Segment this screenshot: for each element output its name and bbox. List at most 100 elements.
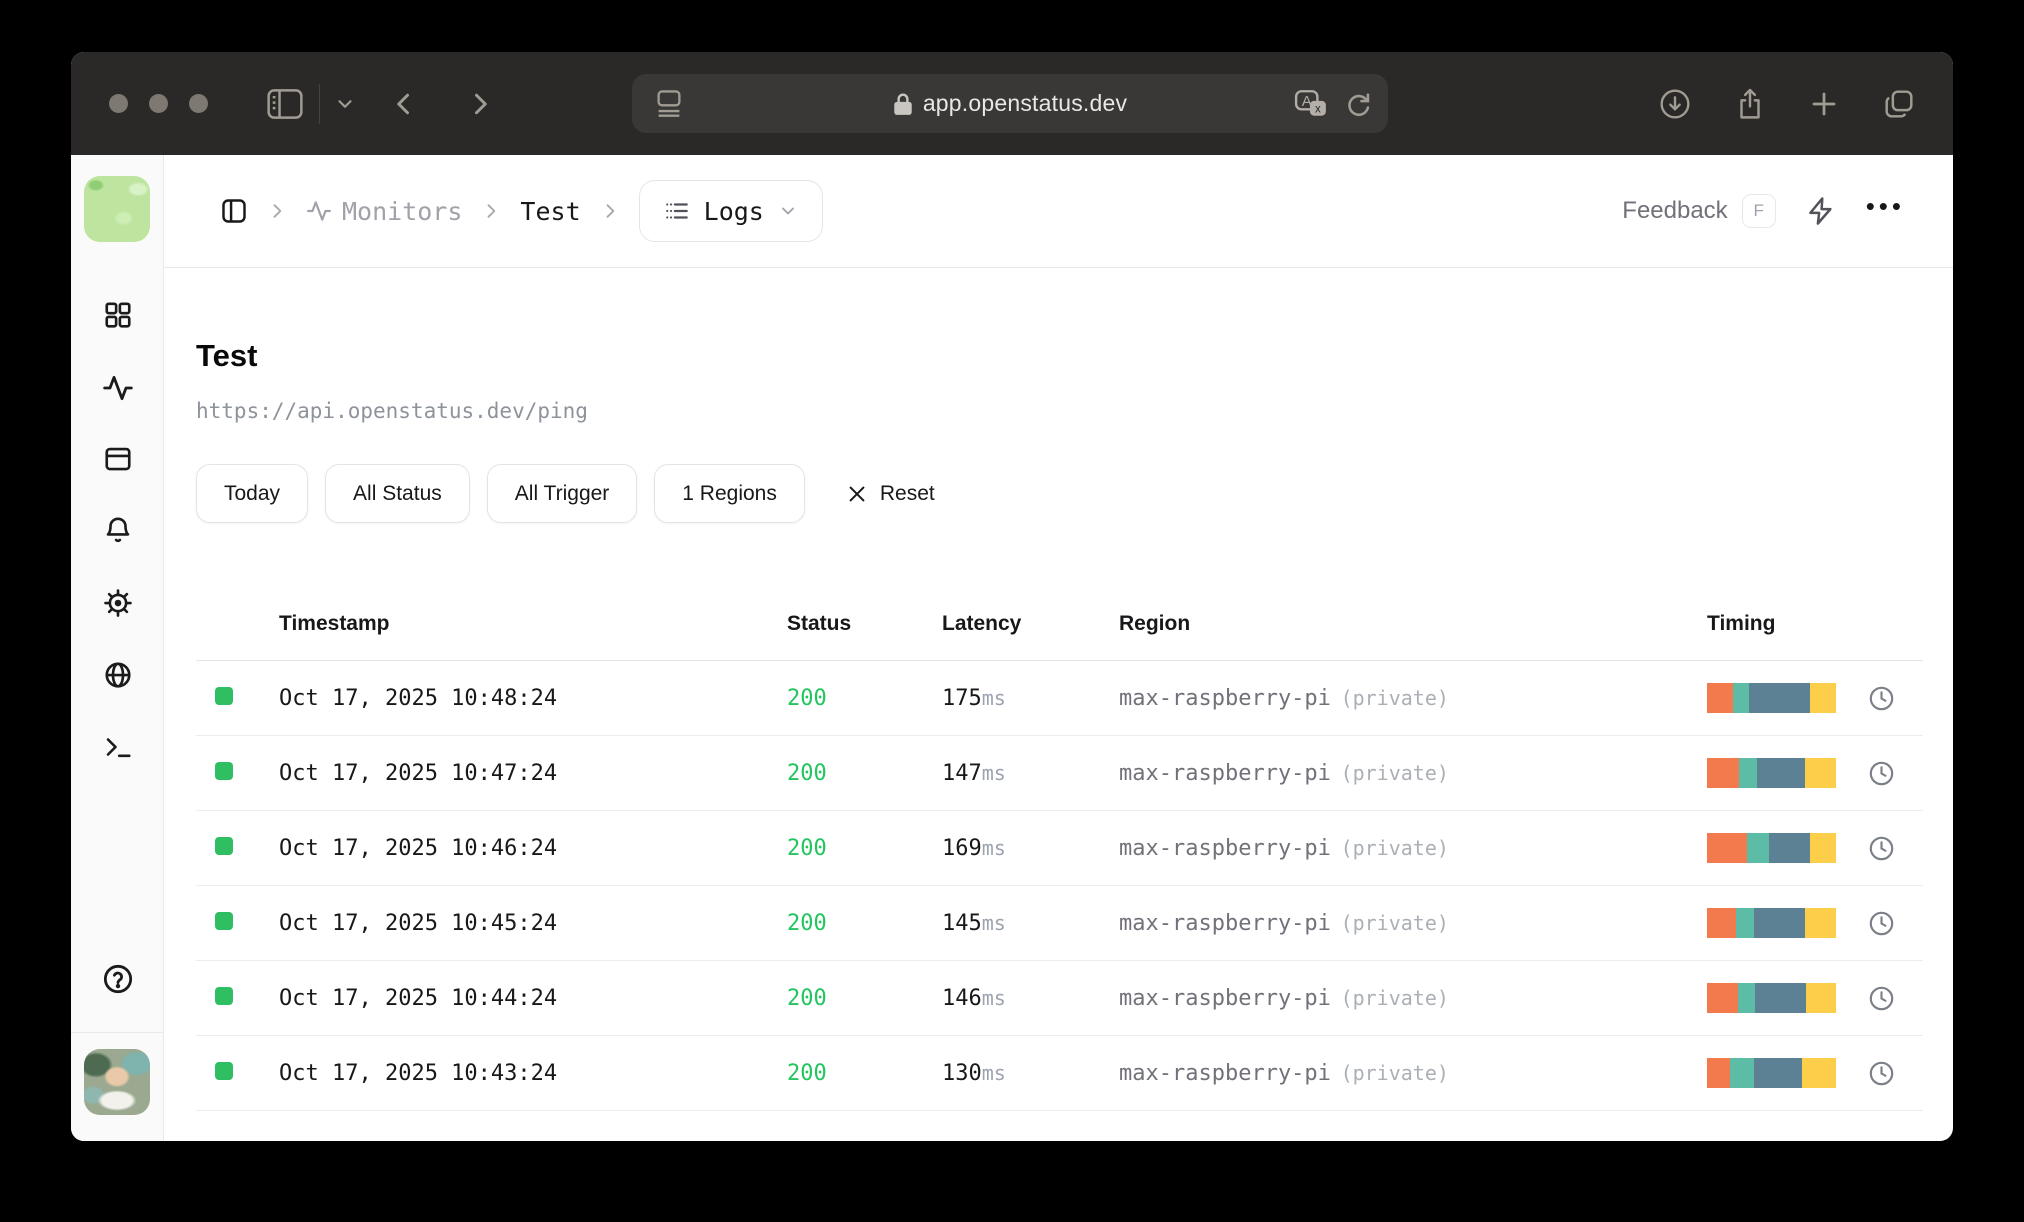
dashboard-grid-icon[interactable] xyxy=(71,300,164,330)
status-dot xyxy=(215,911,233,930)
row-latency: 146ms xyxy=(942,985,1006,1011)
filter-today-button[interactable]: Today xyxy=(196,464,309,523)
row-region: max-raspberry-pi (private) xyxy=(1119,835,1449,861)
lock-icon xyxy=(893,92,913,116)
row-timestamp: Oct 17, 2025 10:47:24 xyxy=(279,760,558,786)
row-region: max-raspberry-pi (private) xyxy=(1119,760,1449,786)
filter-trigger-button[interactable]: All Trigger xyxy=(486,464,638,523)
user-avatar[interactable] xyxy=(84,1049,150,1115)
timing-segment xyxy=(1707,833,1747,863)
traffic-lights xyxy=(109,94,208,113)
reset-filters-button[interactable]: Reset xyxy=(846,482,935,506)
row-latency: 130ms xyxy=(942,1060,1006,1086)
row-status: 200 xyxy=(787,985,827,1011)
timing-segment xyxy=(1707,983,1738,1013)
timing-segment xyxy=(1707,1058,1730,1088)
browser-toolbar: app.openstatus.dev A x xyxy=(71,52,1953,155)
table-row[interactable]: Oct 17, 2025 10:47:24 200 147ms max-rasp… xyxy=(196,736,1923,811)
tab-overview-icon[interactable] xyxy=(1883,88,1915,120)
timing-segment xyxy=(1768,833,1811,863)
status-page-icon[interactable] xyxy=(71,444,164,474)
timing-segment xyxy=(1707,758,1739,788)
filter-regions-button[interactable]: 1 Regions xyxy=(654,464,805,523)
terminal-icon[interactable] xyxy=(71,732,164,762)
timing-bar xyxy=(1707,758,1836,788)
breadcrumb-monitors[interactable]: Monitors xyxy=(306,197,462,226)
table-header: Timestamp Status Latency Region Timing xyxy=(196,587,1923,661)
globe-icon[interactable] xyxy=(71,660,164,690)
row-timestamp: Oct 17, 2025 10:44:24 xyxy=(279,985,558,1011)
table-row[interactable]: Oct 17, 2025 10:48:24 200 175ms max-rasp… xyxy=(196,661,1923,736)
app-header: Monitors Test Logs Feedback F ••• xyxy=(164,155,1953,268)
clock-icon[interactable] xyxy=(1868,910,1923,937)
col-status[interactable]: Status xyxy=(787,612,942,636)
col-timing[interactable]: Timing xyxy=(1707,612,1868,636)
reload-icon[interactable] xyxy=(1344,90,1372,118)
col-timestamp[interactable]: Timestamp xyxy=(279,612,787,636)
panel-toggle-icon[interactable] xyxy=(220,197,248,225)
share-icon[interactable] xyxy=(1735,87,1765,121)
monitors-activity-icon[interactable] xyxy=(71,372,164,404)
feedback-button[interactable]: Feedback F xyxy=(1622,194,1776,228)
translate-icon[interactable]: A x xyxy=(1294,89,1328,119)
timing-segment xyxy=(1738,758,1757,788)
downloads-icon[interactable] xyxy=(1659,88,1691,120)
more-menu-icon[interactable]: ••• xyxy=(1866,193,1905,229)
row-timestamp: Oct 17, 2025 10:45:24 xyxy=(279,910,558,936)
clock-icon[interactable] xyxy=(1868,760,1923,787)
back-button-icon[interactable] xyxy=(390,89,420,119)
col-latency[interactable]: Latency xyxy=(942,612,1119,636)
timing-bar xyxy=(1707,983,1836,1013)
address-bar[interactable]: app.openstatus.dev A x xyxy=(632,74,1388,133)
notifications-bell-icon[interactable] xyxy=(71,515,164,545)
clock-icon[interactable] xyxy=(1868,985,1923,1012)
clock-icon[interactable] xyxy=(1868,1060,1923,1087)
timing-segment xyxy=(1810,833,1836,863)
timing-segment xyxy=(1748,683,1810,713)
lightning-icon[interactable] xyxy=(1806,196,1836,226)
row-status: 200 xyxy=(787,760,827,786)
minimize-button[interactable] xyxy=(149,94,168,113)
timing-segment xyxy=(1707,683,1733,713)
row-status: 200 xyxy=(787,910,827,936)
row-latency: 169ms xyxy=(942,835,1006,861)
forward-button-icon[interactable] xyxy=(464,89,494,119)
close-button[interactable] xyxy=(109,94,128,113)
timing-segment xyxy=(1754,1058,1802,1088)
timing-segment xyxy=(1707,908,1737,938)
zoom-button[interactable] xyxy=(189,94,208,113)
row-region: max-raspberry-pi (private) xyxy=(1119,985,1449,1011)
status-dot xyxy=(215,1061,233,1080)
status-dot xyxy=(215,686,233,705)
feedback-label: Feedback xyxy=(1622,197,1728,224)
list-icon xyxy=(665,203,688,219)
filter-bar: Today All Status All Trigger 1 Regions R… xyxy=(196,464,1923,523)
row-region: max-raspberry-pi (private) xyxy=(1119,910,1449,936)
timing-segment xyxy=(1746,833,1769,863)
timing-segment xyxy=(1736,908,1755,938)
table-row[interactable]: Oct 17, 2025 10:43:24 200 130ms max-rasp… xyxy=(196,1036,1923,1111)
sidebar-toggle-icon[interactable] xyxy=(267,88,303,119)
workspace-logo[interactable] xyxy=(84,176,150,242)
table-row[interactable]: Oct 17, 2025 10:46:24 200 169ms max-rasp… xyxy=(196,811,1923,886)
logs-dropdown-button[interactable]: Logs xyxy=(638,180,823,242)
table-row[interactable]: Oct 17, 2025 10:45:24 200 145ms max-rasp… xyxy=(196,886,1923,961)
breadcrumb-current[interactable]: Test xyxy=(520,197,580,226)
timing-segment xyxy=(1809,683,1836,713)
help-icon[interactable] xyxy=(71,963,164,995)
table-row[interactable]: Oct 17, 2025 10:44:24 200 146ms max-rasp… xyxy=(196,961,1923,1036)
new-tab-icon[interactable] xyxy=(1809,89,1839,119)
clock-icon[interactable] xyxy=(1868,835,1923,862)
breadcrumb: Monitors Test Logs xyxy=(220,180,823,242)
col-region[interactable]: Region xyxy=(1119,612,1707,636)
row-status: 200 xyxy=(787,1060,827,1086)
url-domain[interactable]: app.openstatus.dev xyxy=(923,90,1127,117)
filter-status-button[interactable]: All Status xyxy=(325,464,470,523)
clock-icon[interactable] xyxy=(1868,685,1923,712)
x-icon xyxy=(849,486,865,501)
settings-gear-icon[interactable] xyxy=(71,588,164,618)
timing-segment xyxy=(1805,908,1836,938)
svg-text:x: x xyxy=(1315,102,1321,115)
sidebar-chevron-down-icon[interactable] xyxy=(334,93,356,115)
timing-segment xyxy=(1732,683,1749,713)
